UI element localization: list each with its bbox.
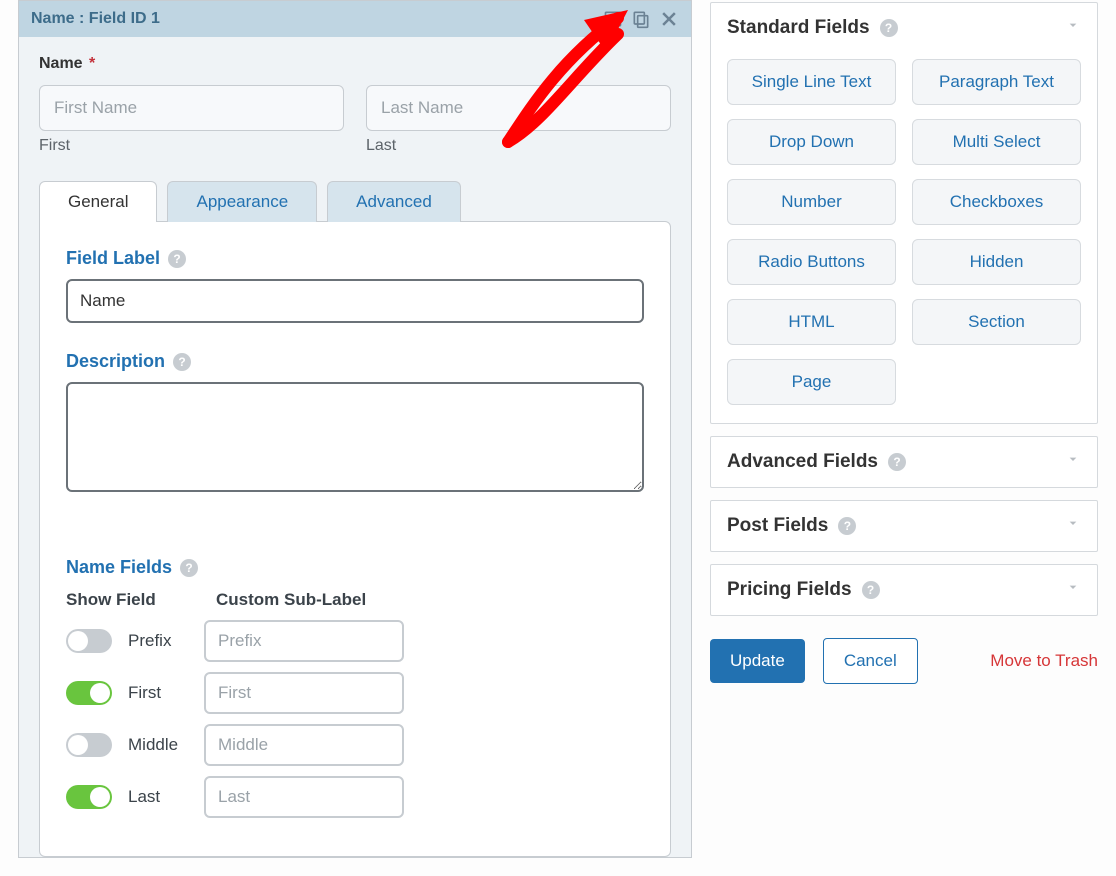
field-type-button[interactable]: Hidden	[912, 239, 1081, 285]
help-icon[interactable]: ?	[173, 353, 191, 371]
sublabel-input-first[interactable]	[204, 672, 404, 714]
help-icon[interactable]: ?	[888, 453, 906, 471]
tab-panel-general: Field Label ? Description ? Name Fields …	[39, 221, 671, 857]
panel-advanced-fields: Advanced Fields ?	[710, 436, 1098, 488]
name-field-row-last: Last	[66, 776, 644, 818]
field-label-heading: Field Label	[66, 248, 160, 269]
help-icon[interactable]: ?	[838, 517, 856, 535]
col-custom-sublabel: Custom Sub-Label	[216, 590, 366, 610]
tab-general[interactable]: General	[39, 181, 157, 222]
toggle-last[interactable]	[66, 785, 112, 809]
name-field-row-middle: Middle	[66, 724, 644, 766]
field-type-button[interactable]: Drop Down	[727, 119, 896, 165]
row-label: Middle	[128, 735, 188, 755]
row-label: First	[128, 683, 188, 703]
panel-title: Post Fields	[727, 515, 828, 537]
cancel-button[interactable]: Cancel	[823, 638, 918, 684]
duplicate-icon[interactable]	[631, 9, 651, 29]
chevron-down-icon[interactable]	[1065, 579, 1081, 601]
panel-pricing-fields-header[interactable]: Pricing Fields ?	[711, 565, 1097, 615]
field-label-input[interactable]	[66, 279, 644, 323]
field-header[interactable]: Name : Field ID 1	[19, 1, 691, 37]
first-name-sublabel: First	[39, 137, 344, 155]
toggle-prefix[interactable]	[66, 629, 112, 653]
row-label: Last	[128, 787, 188, 807]
last-name-sublabel: Last	[366, 137, 671, 155]
tab-appearance[interactable]: Appearance	[167, 181, 317, 222]
help-icon[interactable]: ?	[880, 19, 898, 37]
name-field-row-first: First	[66, 672, 644, 714]
sublabel-input-prefix[interactable]	[204, 620, 404, 662]
form-actions: Update Cancel Move to Trash	[710, 638, 1098, 684]
sublabel-input-last[interactable]	[204, 776, 404, 818]
chevron-down-icon[interactable]	[1065, 451, 1081, 473]
panel-post-fields: Post Fields ?	[710, 500, 1098, 552]
move-to-trash-link[interactable]: Move to Trash	[990, 651, 1098, 671]
field-type-button[interactable]: Page	[727, 359, 896, 405]
field-card: Name : Field ID 1	[18, 0, 692, 858]
panel-title: Pricing Fields	[727, 579, 852, 601]
description-heading: Description	[66, 351, 165, 372]
first-name-input[interactable]	[39, 85, 344, 131]
panel-post-fields-header[interactable]: Post Fields ?	[711, 501, 1097, 551]
field-type-button[interactable]: Radio Buttons	[727, 239, 896, 285]
tab-advanced[interactable]: Advanced	[327, 181, 461, 222]
toggle-first[interactable]	[66, 681, 112, 705]
field-type-button[interactable]: Number	[727, 179, 896, 225]
name-fields-rows: Prefix First Middle Last	[66, 620, 644, 818]
toggle-middle[interactable]	[66, 733, 112, 757]
field-type-button[interactable]: Section	[912, 299, 1081, 345]
field-preview-label: Name *	[39, 55, 671, 73]
required-asterisk: *	[89, 55, 95, 72]
col-show-field: Show Field	[66, 590, 186, 610]
field-type-button[interactable]: Paragraph Text	[912, 59, 1081, 105]
help-icon[interactable]: ?	[180, 559, 198, 577]
panel-pricing-fields: Pricing Fields ?	[710, 564, 1098, 616]
field-header-title: Name : Field ID 1	[31, 10, 160, 28]
sublabel-input-middle[interactable]	[204, 724, 404, 766]
row-label: Prefix	[128, 631, 188, 651]
panel-standard-fields-header[interactable]: Standard Fields ?	[711, 3, 1097, 53]
help-icon[interactable]: ?	[168, 250, 186, 268]
name-field-row-prefix: Prefix	[66, 620, 644, 662]
help-icon[interactable]: ?	[862, 581, 880, 599]
field-type-button[interactable]: Checkboxes	[912, 179, 1081, 225]
chevron-down-icon[interactable]	[1065, 17, 1081, 39]
update-button[interactable]: Update	[710, 639, 805, 683]
standard-fields-grid: Single Line Text Paragraph Text Drop Down M…	[727, 59, 1081, 405]
panel-title: Standard Fields	[727, 17, 870, 39]
panel-standard-fields: Standard Fields ? Single Line Text Paragr…	[710, 2, 1098, 424]
last-name-input[interactable]	[366, 85, 671, 131]
panel-title: Advanced Fields	[727, 451, 878, 473]
collapse-icon[interactable]	[603, 9, 623, 29]
chevron-down-icon[interactable]	[1065, 515, 1081, 537]
panel-advanced-fields-header[interactable]: Advanced Fields ?	[711, 437, 1097, 487]
settings-tabs: General Appearance Advanced	[39, 181, 671, 222]
close-icon[interactable]	[659, 9, 679, 29]
name-fields-heading: Name Fields	[66, 557, 172, 578]
field-preview-label-text: Name	[39, 55, 83, 72]
field-type-button[interactable]: Single Line Text	[727, 59, 896, 105]
description-input[interactable]	[66, 382, 644, 492]
field-type-button[interactable]: HTML	[727, 299, 896, 345]
field-type-button[interactable]: Multi Select	[912, 119, 1081, 165]
